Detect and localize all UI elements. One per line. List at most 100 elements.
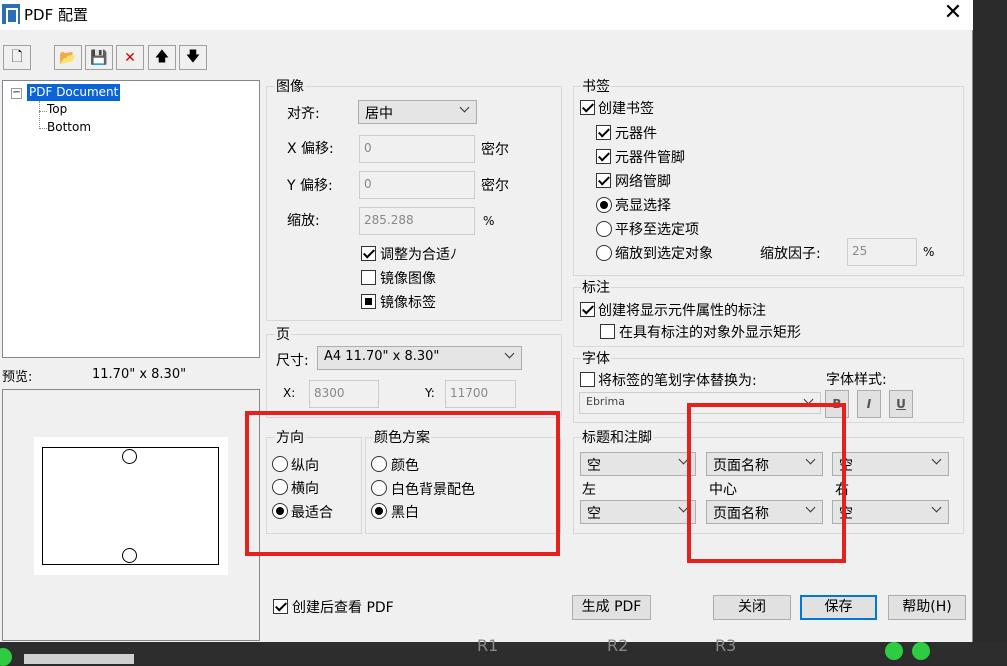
align-label: 对齐: xyxy=(287,106,320,122)
preview-marker-bottom xyxy=(122,548,137,563)
size-label: 尺寸: xyxy=(276,353,309,369)
left-label: 左 xyxy=(582,482,596,498)
pan-radio[interactable] xyxy=(596,221,612,237)
font-group-label: 字体 xyxy=(581,348,611,368)
italic-icon: I xyxy=(866,397,872,411)
chevron-down-icon xyxy=(505,350,515,360)
underline-button[interactable]: U xyxy=(889,390,913,418)
close-icon[interactable]: ✕ xyxy=(941,2,965,26)
tree-root-node[interactable]: PDF Document xyxy=(27,84,121,101)
zoom-label: 缩放到选定对象 xyxy=(615,246,713,262)
zoom-factor-unit: % xyxy=(923,245,935,259)
y-offset-input[interactable]: 0 xyxy=(359,171,475,199)
page-y-input[interactable]: 11700 xyxy=(445,380,516,408)
view-after-create-checkbox[interactable] xyxy=(273,599,288,614)
scale-input[interactable]: 285.288 xyxy=(359,207,475,235)
net-pins-checkbox[interactable] xyxy=(596,173,611,188)
component-pins-label: 元器件管脚 xyxy=(615,150,685,166)
help-button[interactable]: 帮助(H) xyxy=(888,595,966,620)
show-rect-label: 在具有标注的对象外显示矩形 xyxy=(619,325,801,341)
preview-label: 预览: xyxy=(2,370,33,385)
highlight-box-orientation xyxy=(245,411,560,556)
collapse-icon[interactable]: − xyxy=(11,88,22,99)
net-pins-label: 网络管脚 xyxy=(615,174,671,190)
highlight-radio[interactable] xyxy=(596,197,612,213)
create-annotation-checkbox[interactable] xyxy=(580,302,595,317)
y-offset-unit: 密尔 xyxy=(481,178,509,194)
font-style-label: 字体样式: xyxy=(826,372,887,388)
font-value: Ebrima xyxy=(586,395,625,408)
bookmarks-group-label: 书签 xyxy=(581,76,611,96)
header-footer-group-label: 标题和注脚 xyxy=(581,427,653,447)
align-select[interactable]: 居中 xyxy=(358,100,477,124)
background-window: R1 R2 R3 xyxy=(0,636,1007,666)
delete-button[interactable]: ✕ xyxy=(116,45,144,70)
save-button[interactable]: 保存 xyxy=(800,595,877,620)
chevron-down-icon xyxy=(932,504,942,514)
fit-checkbox[interactable] xyxy=(361,246,376,261)
mirror-image-checkbox[interactable] xyxy=(361,270,376,285)
arrow-down-icon: 🡇 xyxy=(185,48,201,65)
zoom-radio[interactable] xyxy=(596,245,612,261)
highlight-label: 亮显选择 xyxy=(615,198,671,214)
page-x-label: X: xyxy=(283,386,296,400)
header-left-select[interactable]: 空 xyxy=(580,452,696,476)
annotation-group-label: 标注 xyxy=(581,277,611,297)
page-group-label: 页 xyxy=(275,324,291,344)
mirror-label-checkbox[interactable] xyxy=(361,294,376,309)
x-offset-input[interactable]: 0 xyxy=(359,135,475,163)
show-rect-checkbox[interactable] xyxy=(600,324,615,339)
highlight-box-center xyxy=(687,403,846,563)
header-right-select[interactable]: 空 xyxy=(832,452,949,476)
chevron-down-icon xyxy=(932,456,942,466)
tree-node-top[interactable]: Top xyxy=(47,102,67,116)
replace-font-checkbox[interactable] xyxy=(580,372,595,387)
page-y-label: Y: xyxy=(425,386,435,400)
bg-label-r1: R1 xyxy=(477,636,499,655)
fit-label: 调整为合适ﾉ xyxy=(380,247,457,263)
pan-label: 平移至选定项 xyxy=(615,222,699,238)
components-label: 元器件 xyxy=(615,126,657,142)
footer-right-select[interactable]: 空 xyxy=(832,500,949,524)
header-left-value: 空 xyxy=(587,458,601,474)
page-size-value: A4 11.70" x 8.30" xyxy=(324,349,440,364)
italic-button[interactable]: I xyxy=(857,390,881,418)
new-file-icon: 🗋 xyxy=(11,48,23,65)
preview-marker-top xyxy=(122,449,137,464)
generate-pdf-button[interactable]: 生成 PDF xyxy=(572,595,651,620)
footer-left-value: 空 xyxy=(587,506,601,522)
create-annotation-label: 创建将显示元件属性的标注 xyxy=(598,303,766,319)
title-bar: PDF 配置 ✕ xyxy=(0,0,973,30)
view-after-create-label: 创建后查看 PDF xyxy=(292,600,394,616)
mirror-label-label: 镜像标签 xyxy=(380,295,436,311)
tree-node-bottom[interactable]: Bottom xyxy=(47,120,91,134)
x-offset-label: X 偏移: xyxy=(287,141,334,157)
underline-icon: U xyxy=(896,397,906,411)
create-bookmarks-checkbox[interactable] xyxy=(580,100,595,115)
open-folder-icon: 📂 xyxy=(59,49,77,66)
window-title: PDF 配置 xyxy=(24,6,88,24)
zoom-factor-input[interactable]: 25 xyxy=(847,238,917,266)
new-button[interactable]: 🗋 xyxy=(3,45,31,70)
delete-icon: ✕ xyxy=(124,49,136,66)
page-x-input[interactable]: 8300 xyxy=(309,380,379,408)
move-up-button[interactable]: 🡅 xyxy=(148,45,176,70)
bg-label-r2: R2 xyxy=(607,636,629,655)
move-down-button[interactable]: 🡇 xyxy=(179,45,207,70)
arrow-up-icon: 🡅 xyxy=(154,48,170,65)
mirror-image-label: 镜像图像 xyxy=(380,271,436,287)
pdf-config-dialog: PDF 配置 ✕ 🗋 📂 💾 ✕ 🡅 🡇 − PDF Document Top … xyxy=(0,0,973,642)
page-size-select[interactable]: A4 11.70" x 8.30" xyxy=(317,346,522,370)
x-offset-unit: 密尔 xyxy=(481,142,509,158)
save-toolbar-button[interactable]: 💾 xyxy=(85,45,113,70)
replace-font-label: 将标签的笔划字体替换为: xyxy=(598,373,757,389)
bg-label-r3: R3 xyxy=(715,636,737,655)
document-tree[interactable]: − PDF Document Top Bottom xyxy=(2,80,260,358)
components-checkbox[interactable] xyxy=(596,125,611,140)
chevron-down-icon xyxy=(460,104,470,114)
footer-left-select[interactable]: 空 xyxy=(580,500,696,524)
open-button[interactable]: 📂 xyxy=(54,45,82,70)
component-pins-checkbox[interactable] xyxy=(596,149,611,164)
close-button[interactable]: 关闭 xyxy=(713,595,791,620)
app-logo-icon xyxy=(2,4,20,24)
